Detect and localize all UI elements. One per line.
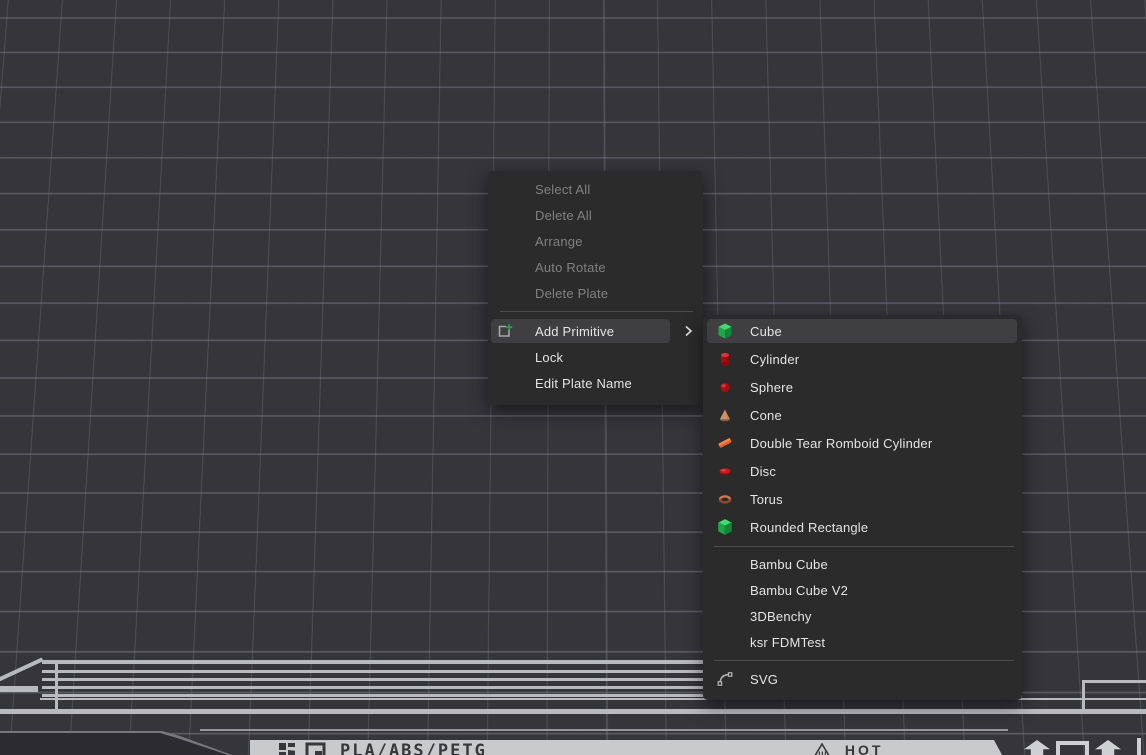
menu-item-arrange[interactable]: Arrange: [488, 228, 703, 254]
submenu-chevron-icon: [680, 323, 696, 339]
submenu-item-double-tear-romboid-cylinder[interactable]: Double Tear Romboid Cylinder: [703, 429, 1022, 457]
submenu-item-cone[interactable]: Cone: [703, 401, 1022, 429]
submenu-item-svg[interactable]: SVG: [703, 665, 1022, 693]
sphere-icon: [717, 379, 733, 395]
rounded-rectangle-icon: [717, 519, 733, 535]
menu-separator: [714, 546, 1014, 547]
menu-separator: [500, 311, 693, 312]
submenu-item-torus[interactable]: Torus: [703, 485, 1022, 513]
submenu-item-bambu-cube-v2[interactable]: Bambu Cube V2: [703, 577, 1022, 603]
plate-lock-icon[interactable]: [1056, 741, 1089, 755]
romboid-cylinder-icon: [717, 435, 733, 451]
submenu-item-ksr-fdmtest[interactable]: ksr FDMTest: [703, 629, 1022, 655]
submenu-item-bambu-cube[interactable]: Bambu Cube: [703, 551, 1022, 577]
svg-curve-icon: [717, 671, 733, 687]
hot-warning-label: HOT: [845, 742, 884, 755]
submenu-item-rounded-rectangle[interactable]: Rounded Rectangle: [703, 513, 1022, 541]
hot-warning-icon: [811, 742, 833, 755]
add-primitive-icon: [497, 323, 513, 339]
cone-icon: [717, 407, 733, 423]
menu-item-lock[interactable]: Lock: [488, 344, 703, 370]
plate-edge-line: [1082, 680, 1146, 683]
menu-item-auto-rotate[interactable]: Auto Rotate: [488, 254, 703, 280]
plate-type-icon: [305, 742, 326, 755]
menu-item-delete-plate[interactable]: Delete Plate: [488, 280, 703, 306]
submenu-item-3dbenchy[interactable]: 3DBenchy: [703, 603, 1022, 629]
menu-item-add-primitive[interactable]: Add Primitive: [488, 318, 703, 344]
add-primitive-submenu: Cube Cylinder Sphere: [703, 315, 1022, 700]
plate-edge-line: [55, 660, 58, 713]
submenu-item-sphere[interactable]: Sphere: [703, 373, 1022, 401]
plate-edge-line: [1082, 681, 1085, 711]
plate-edge-line: [0, 686, 38, 692]
menu-separator: [714, 660, 1014, 661]
submenu-item-cube[interactable]: Cube: [703, 317, 1022, 345]
menu-item-select-all[interactable]: Select All: [488, 176, 703, 202]
menu-item-delete-all[interactable]: Delete All: [488, 202, 703, 228]
plate-edge-marker: [1137, 738, 1141, 755]
plate-edge-line: [200, 729, 1008, 731]
cylinder-icon: [717, 351, 733, 367]
submenu-item-disc[interactable]: Disc: [703, 457, 1022, 485]
torus-icon: [717, 491, 733, 507]
plate-label-bar: PLA/ABS/PETG HOT: [250, 740, 1008, 755]
plate-material-label: PLA/ABS/PETG: [340, 741, 487, 755]
cube-icon: [717, 323, 733, 339]
bambu-logo-icon: [278, 742, 297, 755]
menu-item-edit-plate-name[interactable]: Edit Plate Name: [488, 370, 703, 396]
disc-icon: [717, 463, 733, 479]
plate-context-menu: Select All Delete All Arrange Auto Rotat…: [488, 171, 703, 405]
submenu-item-cylinder[interactable]: Cylinder: [703, 345, 1022, 373]
plate-edge-line: [0, 709, 1146, 714]
